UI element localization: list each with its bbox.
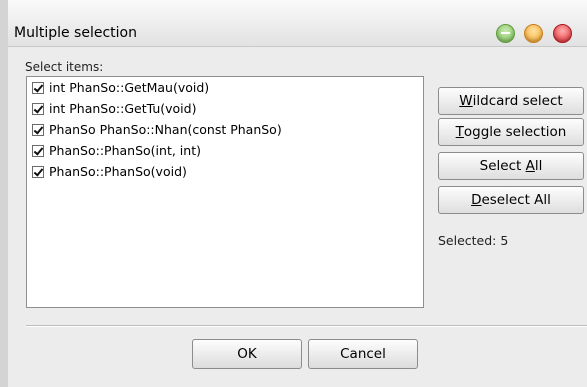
button-label: Select — [479, 158, 526, 174]
divider — [26, 325, 587, 327]
select-all-button[interactable]: Select All — [438, 152, 584, 180]
wildcard-select-button[interactable]: Wildcard select — [438, 87, 584, 115]
list-item-label: int PhanSo::GetTu(void) — [49, 101, 197, 116]
button-label: ildcard select — [472, 93, 563, 109]
title-bar[interactable]: Multiple selection — [8, 0, 587, 47]
minimize-button[interactable] — [496, 24, 515, 43]
item-checkbox[interactable] — [32, 144, 44, 157]
list-item-label: PhanSo::PhanSo(int, int) — [49, 143, 201, 158]
list-item-label: PhanSo::PhanSo(void) — [49, 164, 187, 179]
toggle-selection-button[interactable]: Toggle selection — [438, 118, 584, 146]
ok-button[interactable]: OK — [192, 339, 302, 369]
list-item[interactable]: int PhanSo::GetMau(void) — [27, 77, 423, 98]
maximize-button[interactable] — [524, 24, 543, 43]
list-item[interactable]: int PhanSo::GetTu(void) — [27, 98, 423, 119]
button-label: oggle selection — [463, 124, 567, 140]
mnemonic: W — [459, 93, 473, 109]
select-items-label: Select items: — [25, 60, 104, 74]
mnemonic: D — [471, 192, 482, 208]
list-item-label: PhanSo PhanSo::Nhan(const PhanSo) — [49, 122, 282, 137]
item-checkbox[interactable] — [32, 165, 44, 178]
list-item-label: int PhanSo::GetMau(void) — [49, 80, 210, 95]
window-title: Multiple selection — [14, 25, 137, 41]
mnemonic: A — [525, 158, 535, 174]
cancel-button[interactable]: Cancel — [308, 339, 418, 369]
item-checkbox[interactable] — [32, 102, 44, 115]
dialog-window: Multiple selection Select items: int Pha… — [0, 0, 587, 387]
button-label: ll — [534, 158, 543, 174]
list-item[interactable]: PhanSo::PhanSo(int, int) — [27, 140, 423, 161]
deselect-all-button[interactable]: Deselect All — [438, 186, 584, 214]
items-list[interactable]: int PhanSo::GetMau(void) int PhanSo::Get… — [26, 76, 424, 308]
list-item[interactable]: PhanSo::PhanSo(void) — [27, 161, 423, 182]
item-checkbox[interactable] — [32, 123, 44, 136]
mnemonic: T — [455, 124, 464, 140]
button-label: eselect All — [481, 192, 551, 208]
list-item[interactable]: PhanSo PhanSo::Nhan(const PhanSo) — [27, 119, 423, 140]
selected-count: Selected: 5 — [438, 233, 509, 248]
minimize-icon — [501, 32, 510, 34]
close-button[interactable] — [553, 24, 572, 43]
item-checkbox[interactable] — [32, 81, 44, 94]
